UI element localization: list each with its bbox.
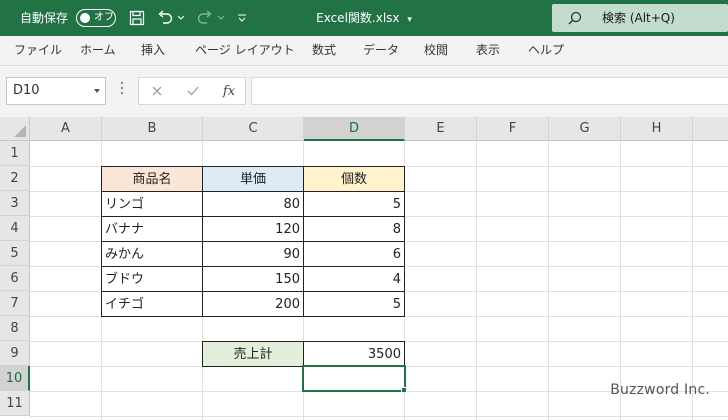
- active-cell[interactable]: [302, 365, 406, 392]
- formula-buttons: fx: [138, 77, 246, 105]
- column-header-h[interactable]: H: [621, 117, 693, 141]
- fill-handle[interactable]: [401, 387, 407, 393]
- tab-formulas[interactable]: 数式: [312, 36, 336, 65]
- table-cell[interactable]: 5: [303, 191, 405, 217]
- tab-data[interactable]: データ: [363, 36, 399, 65]
- name-box-value: D10: [13, 83, 40, 98]
- column-header-c[interactable]: C: [203, 117, 304, 141]
- row-header-9[interactable]: 9: [0, 341, 30, 366]
- insert-function-icon[interactable]: fx: [217, 78, 241, 104]
- column-header-g[interactable]: G: [549, 117, 621, 141]
- table-header-cell[interactable]: 商品名: [101, 166, 203, 192]
- table-cell[interactable]: 5: [303, 291, 405, 317]
- column-header-d[interactable]: D: [304, 117, 405, 141]
- table-cell[interactable]: ブドウ: [101, 266, 203, 292]
- tab-file[interactable]: ファイル: [14, 36, 62, 65]
- column-header-a[interactable]: A: [30, 117, 102, 141]
- table-cell[interactable]: みかん: [101, 241, 203, 267]
- row-header-3[interactable]: 3: [0, 191, 30, 216]
- formula-input[interactable]: [251, 77, 728, 105]
- enter-icon[interactable]: [181, 78, 205, 104]
- row-header-11[interactable]: 11: [0, 391, 30, 416]
- table-cell[interactable]: バナナ: [101, 216, 203, 242]
- search-label: 検索 (Alt+Q): [602, 11, 675, 25]
- table-header-cell[interactable]: 個数: [303, 166, 405, 192]
- row-header-8[interactable]: 8: [0, 316, 30, 341]
- column-header-f[interactable]: F: [477, 117, 549, 141]
- tab-review[interactable]: 校閲: [424, 36, 448, 65]
- search-icon: [568, 11, 582, 29]
- tab-home[interactable]: ホーム: [80, 36, 116, 65]
- table-cell[interactable]: リンゴ: [101, 191, 203, 217]
- search-box[interactable]: 検索 (Alt+Q): [552, 4, 728, 32]
- column-header-b[interactable]: B: [102, 117, 203, 141]
- table-cell[interactable]: 120: [202, 216, 304, 242]
- tab-help[interactable]: ヘルプ: [528, 36, 564, 65]
- tab-view[interactable]: 表示: [476, 36, 500, 65]
- table-cell[interactable]: 80: [202, 191, 304, 217]
- column-header-e[interactable]: E: [405, 117, 477, 141]
- table-cell[interactable]: 150: [202, 266, 304, 292]
- tab-page-layout[interactable]: ページ レイアウト: [195, 36, 295, 65]
- row-header-2[interactable]: 2: [0, 166, 30, 191]
- file-name: Excel関数.xlsx: [316, 11, 400, 25]
- table-cell[interactable]: 90: [202, 241, 304, 267]
- table-cell[interactable]: 6: [303, 241, 405, 267]
- cancel-icon[interactable]: [145, 78, 169, 104]
- tab-insert[interactable]: 挿入: [141, 36, 165, 65]
- chevron-down-icon: ▾: [407, 15, 412, 25]
- row-header-10[interactable]: 10: [0, 366, 30, 391]
- table-cell[interactable]: 200: [202, 291, 304, 317]
- more-options-icon[interactable]: [121, 82, 123, 96]
- table-cell[interactable]: 4: [303, 266, 405, 292]
- worksheet-grid: A B C D E F G H 1 2 3 4 5 6 7 8 9 10 11 …: [0, 117, 728, 420]
- total-value-cell[interactable]: 3500: [303, 341, 405, 367]
- table-header-cell[interactable]: 単価: [202, 166, 304, 192]
- row-header-1[interactable]: 1: [0, 141, 30, 166]
- select-all-button[interactable]: [0, 117, 30, 141]
- watermark: Buzzword Inc.: [610, 382, 710, 398]
- name-box[interactable]: D10: [6, 77, 106, 105]
- column-header-i[interactable]: [693, 117, 728, 141]
- title-bar: 自動保存 オフ Excel関数.xlsx ▾ 検索 (Alt+Q): [0, 0, 728, 36]
- ribbon-tabs: ファイル ホーム 挿入 ページ レイアウト 数式 データ 校閲 表示 ヘルプ: [0, 36, 728, 66]
- row-header-5[interactable]: 5: [0, 241, 30, 266]
- table-cell[interactable]: 8: [303, 216, 405, 242]
- row-header-7[interactable]: 7: [0, 291, 30, 316]
- total-label-cell[interactable]: 売上計: [202, 341, 304, 367]
- chevron-down-icon[interactable]: [94, 89, 100, 93]
- row-header-4[interactable]: 4: [0, 216, 30, 241]
- table-cell[interactable]: イチゴ: [101, 291, 203, 317]
- row-header-6[interactable]: 6: [0, 266, 30, 291]
- formula-bar: D10 fx: [0, 66, 728, 117]
